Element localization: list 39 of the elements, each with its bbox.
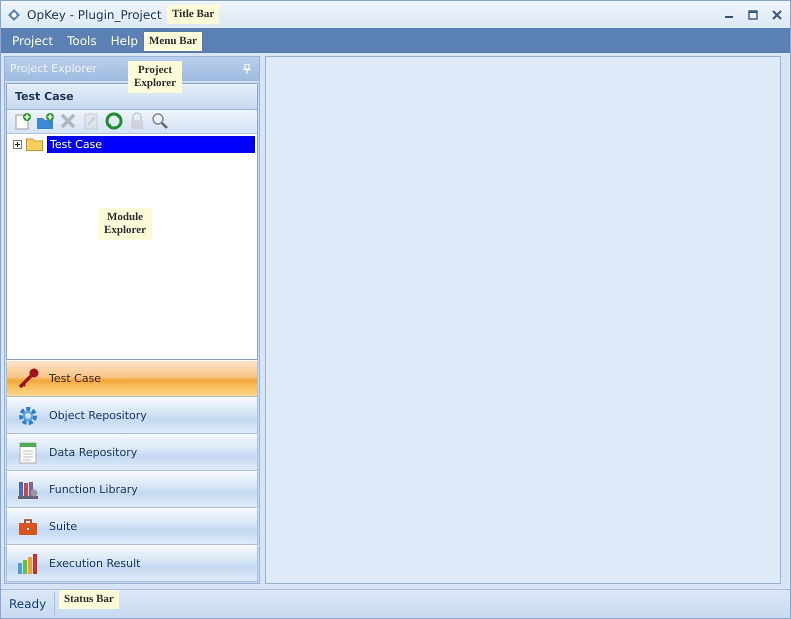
nav-button[interactable]: Data Repository: [6, 434, 258, 471]
search-button[interactable]: [150, 111, 170, 132]
nav-button[interactable]: Function Library: [6, 471, 258, 508]
new-folder-button[interactable]: [35, 111, 55, 132]
pin-icon: [243, 64, 251, 74]
delete-icon: [59, 112, 77, 130]
nav-button[interactable]: Suite: [6, 508, 258, 545]
panel-title: Project Explorer: [10, 62, 97, 76]
status-text: Ready: [1, 592, 56, 616]
close-button[interactable]: [770, 8, 784, 22]
window-title: OpKey - Plugin_Project: [27, 8, 162, 22]
callout-label: Status Bar: [59, 590, 119, 609]
maximize-icon: [748, 10, 758, 20]
close-icon: [772, 10, 782, 20]
nav-button[interactable]: Object Repository: [6, 397, 258, 434]
bar-chart-icon: [17, 552, 39, 574]
app-logo-icon: [7, 8, 21, 22]
nav-button[interactable]: Execution Result: [6, 545, 258, 582]
edit-icon: [82, 112, 100, 130]
search-icon: [151, 112, 169, 130]
menu-item[interactable]: Help: [104, 34, 145, 48]
spreadsheet-icon: [17, 442, 39, 464]
folder-icon: [26, 137, 43, 152]
maximize-button[interactable]: [746, 8, 760, 22]
lock-icon: [128, 112, 146, 130]
minimize-icon: [725, 16, 733, 18]
gear-icon: [17, 404, 39, 426]
key-icon: [17, 368, 39, 390]
callout-label: Module Explorer: [98, 208, 152, 240]
refresh-button[interactable]: [104, 111, 124, 132]
refresh-icon: [105, 112, 123, 130]
callout-label: Menu Bar: [144, 32, 202, 51]
menu-item[interactable]: Project: [5, 34, 60, 48]
new-folder-icon: [36, 112, 54, 130]
new-file-icon: [13, 112, 31, 130]
menu-item[interactable]: Tools: [60, 34, 104, 48]
nav-button[interactable]: Test Case: [6, 360, 258, 397]
callout-label: Title Bar: [167, 5, 220, 24]
tree-item[interactable]: Test Case: [47, 136, 255, 153]
